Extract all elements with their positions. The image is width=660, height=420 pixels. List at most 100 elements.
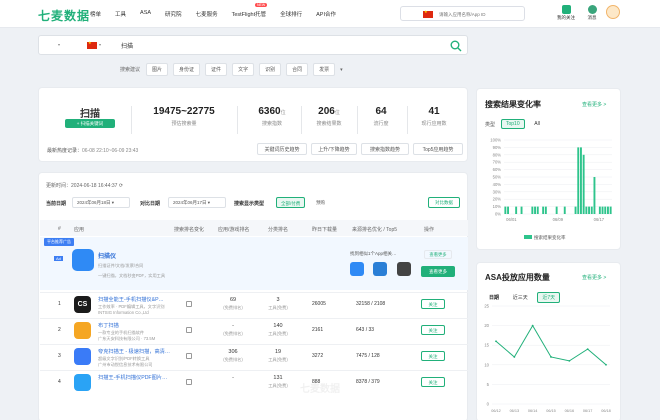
type-tab-all[interactable]: 全部/付费 [276,197,306,208]
stat-app-count: 41 现行应用数 [421,106,447,127]
nav-item[interactable]: 研究院 [165,10,182,18]
rank-chart-icon[interactable] [186,327,192,333]
china-flag-icon[interactable] [423,9,433,18]
app-rank-sub: (免费排名) [223,331,243,336]
ad-app-sub: 一键扫描，文档秒变PDF，实用工具 [98,273,166,278]
divider [357,106,358,134]
view-more-link[interactable]: 查看更多 > [582,274,606,281]
app-name[interactable]: 扫描全能王-手机扫描仪&P… [98,296,164,303]
compare-date-picker[interactable]: 2024年06月17日 ▾ [168,197,226,208]
col-header[interactable]: 昨日下载量 [312,226,337,233]
similar-app-icon[interactable] [350,262,364,276]
refresh-icon[interactable]: ⟳ [119,183,123,189]
nav-item[interactable]: 全球排行 [280,10,302,18]
header-search-input[interactable] [439,9,519,19]
top5-trend-button[interactable]: Top5应用趋势 [413,143,463,155]
nav-item[interactable]: 榜单 [90,10,101,18]
data-point [550,356,552,358]
tab-all[interactable]: All [530,120,544,128]
nav-item[interactable]: ASA [140,10,151,18]
top-navbar: 七麦数据 榜单 工具 ASA 研究院 七麦服务 TestFlight托管 全球排… [0,0,660,28]
nav-item[interactable]: TestFlight托管 [232,10,267,18]
search-panel: ▾ ▾ 扫描 搜索建议 图片 身份证 证件 文字 识别 合同 发票 ▾ [38,32,468,80]
suggest-tag[interactable]: 图片 [146,63,169,76]
x-tick-label: 06/09 [553,217,564,222]
history-trend-button[interactable]: 关键词历史趋势 [257,143,307,155]
source-rank: 643 / 33 [356,327,375,333]
date-picker[interactable]: 2024年06月18日 ▾ [72,197,130,208]
nav-item[interactable]: 工具 [115,10,126,18]
rank-chart-icon[interactable] [186,353,192,359]
data-point [586,348,589,351]
follow-button[interactable]: 关注 [421,377,445,387]
suggest-tag[interactable]: 识别 [259,63,282,76]
x-tick-label: 06/12 [491,409,501,413]
app-name[interactable]: 夸克扫描王 - 极速扫描，高清… [98,348,170,355]
up-down-trend-button[interactable]: 上升/下降趋势 [311,143,357,155]
app-name[interactable]: 扫描王-手机扫描仪PDF图片… [98,374,167,381]
suggest-tag[interactable]: 证件 [205,63,228,76]
x-tick-label: 06/01 [506,217,517,222]
y-tick-label: 10 [484,362,489,367]
logo[interactable]: 七麦数据 [38,7,90,24]
chevron-down-icon[interactable]: ▾ [58,42,60,47]
col-header[interactable]: 来源排名优化 / Top5 [352,226,397,233]
vip-icon [561,5,571,14]
rank-chart-icon[interactable] [186,379,192,385]
similar-app-icon[interactable] [373,262,387,276]
follow-button[interactable]: 关注 [421,325,445,335]
nav-item[interactable]: API合作 [316,10,336,18]
app-name[interactable]: 布丁扫描 [98,322,119,329]
search-icon[interactable] [450,40,462,52]
ad-badge: Ad [54,256,63,261]
tab-top10[interactable]: Top10 [501,119,525,129]
follow-button[interactable]: 关注 [421,299,445,309]
bar [580,147,582,214]
suggest-tag[interactable]: 发票 [313,63,336,76]
avatar[interactable] [606,5,620,19]
suggest-tag[interactable]: 文字 [232,63,255,76]
nav-item[interactable]: 七麦服务 [196,10,218,18]
app-icon[interactable] [74,348,91,365]
suggest-tag[interactable]: 身份证 [173,63,201,76]
chevron-down-icon[interactable]: ▾ [99,42,101,47]
y-tick-label: 25 [484,304,489,309]
col-header[interactable]: 应用/游戏排名 [218,226,249,233]
view-more-link[interactable]: 查看更多 [424,250,452,259]
search-suggestions: 搜索建议 图片 身份证 证件 文字 识别 合同 发票 ▾ [120,63,343,76]
search-input[interactable]: 扫描 [121,41,133,50]
rank-chart-icon[interactable] [186,301,192,307]
chevron-down-icon[interactable]: ▾ [340,67,343,73]
view-more-button[interactable]: 查看更多 [421,266,455,277]
col-header[interactable]: 分类排名 [268,226,288,233]
card-title: 搜索结果变化率 [485,100,541,109]
category-rank-sub: 工具(免费) [268,383,288,388]
col-header[interactable]: 搜索排名变化 [174,226,204,233]
vip-icon-wrap[interactable]: 我的关注 [553,5,579,21]
app-icon[interactable] [74,322,91,339]
message-icon-wrap[interactable]: 消息 [579,5,605,21]
china-flag-icon[interactable] [87,40,97,49]
message-icon [587,5,597,14]
type-tab-preorder[interactable]: 预购 [316,200,325,206]
bar [577,147,580,214]
index-trend-button[interactable]: 搜索指数趋势 [361,143,409,155]
compare-date-label: 对比日期 [140,201,161,207]
ad-app-icon[interactable] [72,249,94,271]
similar-app-icon[interactable] [397,262,411,276]
header-search[interactable] [400,6,525,21]
keyword-search-box[interactable]: ▾ ▾ 扫描 [38,35,468,55]
follow-button[interactable]: 关注 [421,351,445,361]
chart-legend: 搜索结果变化率 [524,235,566,241]
ad-app-name[interactable]: 扫描仪 [98,251,116,260]
app-icon[interactable] [74,374,91,391]
view-more-link[interactable]: 查看更多 > [582,101,606,108]
type-tabs: Top10 All [501,119,548,129]
compare-data-button[interactable]: 对比数据 [428,197,460,208]
add-keyword-button[interactable]: + 扫描关键词 [65,119,115,128]
col-header: 应用 [74,227,85,233]
app-icon[interactable]: CS [74,296,91,313]
suggest-tag[interactable]: 合同 [286,63,309,76]
bar [609,206,612,214]
y-tick-label: 20% [493,197,502,202]
